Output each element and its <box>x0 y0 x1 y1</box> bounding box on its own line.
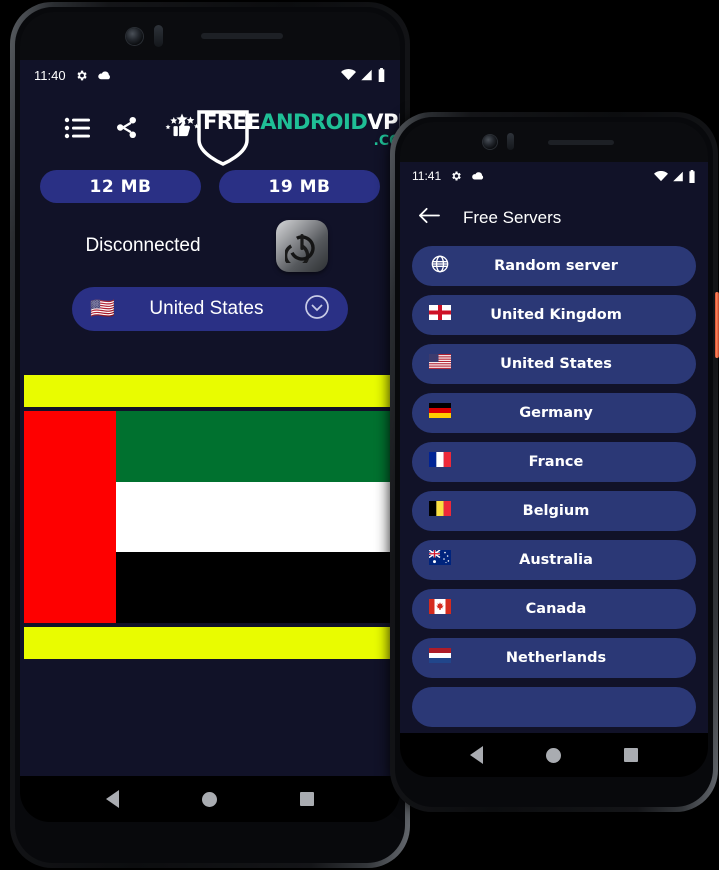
screenshot-stage: 11:40 FREEANDROIDVP .C 12 MB 19 MB Disco… <box>0 0 719 870</box>
list-item-label: United Kingdom <box>490 307 622 323</box>
phone2-body: 11:41 Free Servers Random server United … <box>395 117 713 807</box>
phone1-top-bezel <box>20 12 400 60</box>
cloud-icon <box>97 70 112 81</box>
flag-icon-united-states: 🇺🇸 <box>90 298 115 320</box>
phone-device-primary: 11:40 FREEANDROIDVP .C 12 MB 19 MB Disco… <box>10 2 410 868</box>
logo-android: ANDROID <box>260 110 368 134</box>
list-item[interactable]: Australia <box>412 540 696 580</box>
earpiece-speaker <box>201 33 283 39</box>
list-item[interactable]: Netherlands <box>412 638 696 678</box>
header-icon-group <box>36 113 203 148</box>
globe-icon <box>428 254 452 279</box>
connection-status-text: Disconnected <box>85 235 201 256</box>
android-home-button[interactable] <box>201 791 217 807</box>
selected-server-name: United States <box>149 298 264 319</box>
logo-vpn: VPN <box>367 110 400 134</box>
shield-icon <box>195 106 251 173</box>
flag-band-white <box>116 481 396 553</box>
flag-icon-germany <box>428 403 452 423</box>
share-icon[interactable] <box>114 115 139 145</box>
battery-icon <box>688 169 696 183</box>
proximity-sensor-icon <box>154 25 163 47</box>
phone-device-secondary: 11:41 Free Servers Random server United … <box>390 112 719 812</box>
android-back-button[interactable] <box>469 746 483 764</box>
list-item[interactable]: Germany <box>412 393 696 433</box>
list-item[interactable]: France <box>412 442 696 482</box>
connection-row: Disconnected <box>20 203 400 273</box>
flag-icon-united-states <box>428 354 452 374</box>
wifi-icon <box>654 170 668 182</box>
phone1-body: 11:40 FREEANDROIDVP .C 12 MB 19 MB Disco… <box>15 7 405 863</box>
wifi-icon <box>341 69 356 81</box>
front-camera-icon <box>126 28 143 45</box>
selected-server-button[interactable]: 🇺🇸 United States <box>72 287 348 331</box>
battery-icon <box>377 68 386 82</box>
list-icon[interactable] <box>64 117 90 144</box>
list-item-label: Australia <box>519 552 593 568</box>
phone1-screen: 11:40 FREEANDROIDVP .C 12 MB 19 MB Disco… <box>20 60 400 776</box>
flag-stripes <box>116 411 396 624</box>
flag-icon-australia <box>428 549 452 570</box>
status-time: 11:41 <box>412 169 442 183</box>
list-item-label: France <box>528 454 584 470</box>
android-home-button[interactable] <box>545 747 561 763</box>
server-selector-wrap: 🇺🇸 United States <box>20 273 400 331</box>
power-toggle-button[interactable] <box>276 220 328 272</box>
gear-icon <box>450 170 462 182</box>
cloud-icon <box>471 171 485 181</box>
flag-icon-netherlands <box>428 648 452 668</box>
flag-band-red <box>24 411 116 623</box>
download-usage-pill[interactable]: 12 MB <box>40 170 201 203</box>
list-item[interactable]: United States <box>412 344 696 384</box>
uae-flag-graphic <box>24 411 396 624</box>
signal-icon <box>360 69 373 81</box>
phone1-status-bar: 11:40 <box>20 60 400 90</box>
front-camera-icon <box>483 135 497 149</box>
flag-band-green <box>116 411 396 482</box>
back-arrow-icon[interactable] <box>418 206 441 230</box>
list-item-label: Belgium <box>522 503 590 519</box>
list-item[interactable] <box>412 687 696 727</box>
app-header: FREEANDROIDVPN .COM <box>20 90 400 166</box>
flag-icon-canada <box>428 599 452 619</box>
brand-logo: FREEANDROIDVPN .COM <box>197 110 400 166</box>
power-icon <box>285 234 315 263</box>
list-item-label: Canada <box>525 601 587 617</box>
android-back-button[interactable] <box>105 790 119 808</box>
status-time: 11:40 <box>34 67 66 83</box>
list-item-label: Germany <box>519 405 593 421</box>
flag-icon-united-kingdom <box>428 305 452 325</box>
banner-bottom-band <box>24 627 396 659</box>
banner-top-band <box>24 375 396 407</box>
list-item-label: Random server <box>494 258 618 274</box>
upload-usage-pill[interactable]: 19 MB <box>219 170 380 203</box>
android-recents-button[interactable] <box>300 792 315 806</box>
list-item-label: United States <box>500 356 612 372</box>
earpiece-speaker <box>548 140 614 145</box>
flag-banner <box>20 375 400 659</box>
device-power-button[interactable] <box>715 292 719 358</box>
servers-app-bar: Free Servers <box>400 190 708 246</box>
list-item[interactable]: Canada <box>412 589 696 629</box>
flag-icon-belgium <box>428 501 452 521</box>
server-list: Random server United Kingdom United Stat… <box>400 246 708 727</box>
android-recents-button[interactable] <box>624 748 639 762</box>
list-item-label: Netherlands <box>505 650 607 666</box>
phone2-top-bezel <box>400 122 708 162</box>
list-item[interactable]: Random server <box>412 246 696 286</box>
phone2-status-bar: 11:41 <box>400 162 708 190</box>
signal-icon <box>672 171 684 182</box>
phone1-navigation-bar <box>20 776 400 822</box>
list-item[interactable]: Belgium <box>412 491 696 531</box>
proximity-sensor-icon <box>507 133 514 150</box>
flag-icon-france <box>428 452 452 472</box>
page-title: Free Servers <box>463 208 562 227</box>
phone2-navigation-bar <box>400 733 708 777</box>
chevron-down-icon[interactable] <box>304 294 330 325</box>
phone2-screen: 11:41 Free Servers Random server United … <box>400 162 708 733</box>
list-item[interactable]: United Kingdom <box>412 295 696 335</box>
flag-band-black <box>116 552 396 624</box>
gear-icon <box>75 69 88 82</box>
